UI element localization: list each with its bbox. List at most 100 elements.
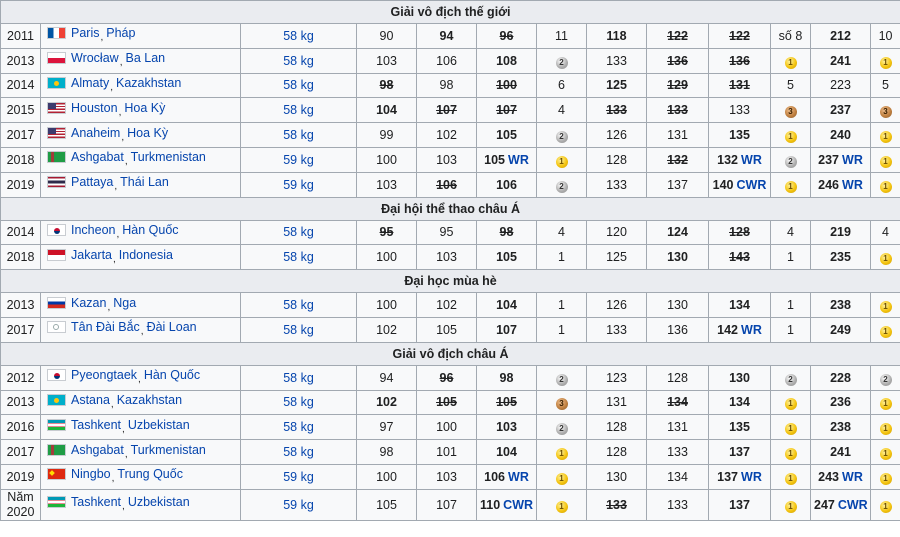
country-link[interactable]: Thái Lan xyxy=(120,175,169,189)
result-value: 122 xyxy=(729,28,750,43)
result-value: 130 xyxy=(667,298,688,313)
country-link[interactable]: Indonesia xyxy=(119,248,173,262)
country-link[interactable]: Kazakhstan xyxy=(117,393,182,407)
result-cell: 6 xyxy=(536,72,587,99)
weight-class-cell[interactable]: 59 kg xyxy=(240,171,357,198)
city-link[interactable]: Ashgabat xyxy=(71,443,124,457)
country-link[interactable]: Nga xyxy=(113,296,136,310)
city-link[interactable]: Ashgabat xyxy=(71,150,124,164)
result-value: 96 xyxy=(439,370,454,385)
country-link[interactable]: Turkmenistan xyxy=(131,150,206,164)
country-link[interactable]: Trung Quốc xyxy=(117,467,183,481)
country-link[interactable]: Uzbekistan xyxy=(128,418,190,432)
medal-icon: 1 xyxy=(784,131,797,144)
weight-class-cell[interactable]: 58 kg xyxy=(240,439,357,465)
city-link[interactable]: Incheon xyxy=(71,223,115,237)
result-value: 235 xyxy=(830,250,851,265)
city-link[interactable]: Wrocław xyxy=(71,51,119,65)
weight-class-cell[interactable]: 58 kg xyxy=(240,122,357,148)
country-link[interactable]: Kazakhstan xyxy=(116,76,181,90)
result-value: 129 xyxy=(667,78,688,93)
weight-class-cell[interactable]: 58 kg xyxy=(240,292,357,318)
record-link[interactable]: WR xyxy=(741,470,762,484)
country-link[interactable]: Đài Loan xyxy=(147,320,197,334)
weight-class-cell[interactable]: 58 kg xyxy=(240,219,357,246)
table-row: 2019 Pattaya, Thái Lan 59 kg 103 106 106 2 133 13… xyxy=(0,171,900,198)
weight-class-cell[interactable]: 58 kg xyxy=(240,97,357,124)
result-cell: 5 xyxy=(869,72,900,99)
country-link[interactable]: Pháp xyxy=(106,26,135,40)
result-cell: 106 xyxy=(416,171,477,198)
city-link[interactable]: Houston xyxy=(71,101,118,115)
section-title: Đại học mùa hè xyxy=(0,269,900,294)
result-cell: 11 xyxy=(536,23,587,49)
record-link[interactable]: WR xyxy=(842,153,863,167)
city-link[interactable]: Kazan xyxy=(71,296,106,310)
weight-class-cell[interactable]: 59 kg xyxy=(240,488,357,521)
year-cell: 2018 xyxy=(0,244,41,271)
medal-icon: 2 xyxy=(555,131,568,144)
city-link[interactable]: Astana xyxy=(71,393,110,407)
result-value: 100 xyxy=(376,250,397,265)
record-link[interactable]: CWR xyxy=(737,178,767,192)
record-link[interactable]: CWR xyxy=(838,498,868,512)
weight-class-cell[interactable]: 58 kg xyxy=(240,72,357,99)
city-link[interactable]: Ningbo xyxy=(71,467,111,481)
weight-class-cell[interactable]: 58 kg xyxy=(240,414,357,441)
location-cell: Houston, Hoa Kỳ xyxy=(40,97,241,124)
weight-class-cell[interactable]: 58 kg xyxy=(240,23,357,49)
city-link[interactable]: Paris xyxy=(71,26,99,40)
city-link[interactable]: Tashkent xyxy=(71,418,121,432)
weight-class-cell[interactable]: 58 kg xyxy=(240,364,357,391)
country-link[interactable]: Hoa Kỳ xyxy=(127,126,168,140)
record-link[interactable]: WR xyxy=(741,323,762,337)
city-link[interactable]: Tân Đài Bắc xyxy=(71,320,140,334)
location-cell: Ashgabat, Turkmenistan xyxy=(40,146,241,173)
weight-class-cell[interactable]: 58 kg xyxy=(240,389,357,416)
city-link[interactable]: Jakarta xyxy=(71,248,112,262)
record-link[interactable]: WR xyxy=(508,470,529,484)
weight-class-cell[interactable]: 59 kg xyxy=(240,146,357,173)
result-cell: 219 xyxy=(810,219,871,246)
weight-class-cell[interactable]: 58 kg xyxy=(240,244,357,271)
medal-icon: 2 xyxy=(879,373,892,386)
country-link[interactable]: Hàn Quốc xyxy=(144,368,200,382)
city-link[interactable]: Tashkent xyxy=(71,495,121,509)
comma-separator: , xyxy=(122,423,125,435)
city-link[interactable]: Pattaya xyxy=(71,175,113,189)
result-cell: 137 xyxy=(708,439,771,465)
flag-icon xyxy=(47,248,66,261)
weight-class-cell[interactable]: 59 kg xyxy=(240,463,357,490)
weight-class-cell[interactable]: 58 kg xyxy=(240,316,357,343)
result-cell: 102 xyxy=(416,292,477,318)
city-link[interactable]: Almaty xyxy=(71,76,109,90)
record-link[interactable]: WR xyxy=(508,153,529,167)
location-cell: Anaheim, Hoa Kỳ xyxy=(40,122,241,148)
record-link[interactable]: WR xyxy=(842,178,863,192)
country-link[interactable]: Turkmenistan xyxy=(131,443,206,457)
record-link[interactable]: CWR xyxy=(503,498,533,512)
result-value: 247 xyxy=(814,497,835,512)
record-link[interactable]: WR xyxy=(741,153,762,167)
country-link[interactable]: Ba Lan xyxy=(125,51,165,65)
result-cell: 94 xyxy=(356,364,417,391)
medal-cell: 1 xyxy=(869,47,900,74)
result-value: 133 xyxy=(606,53,627,68)
city-link[interactable]: Anaheim xyxy=(71,126,120,140)
result-value: 100 xyxy=(496,78,517,93)
result-cell: 94 xyxy=(416,23,477,49)
flag-icon xyxy=(47,176,66,189)
result-cell: 134 xyxy=(708,389,771,416)
table-row: 2014 Incheon, Hàn Quốc 58 kg 95 95 98 4 120 124 12… xyxy=(0,219,900,246)
result-cell: 4 xyxy=(869,219,900,246)
medal-icon: 1 xyxy=(879,131,892,144)
record-link[interactable]: WR xyxy=(842,470,863,484)
country-link[interactable]: Hàn Quốc xyxy=(122,223,178,237)
city-link[interactable]: Pyeongtaek xyxy=(71,368,137,382)
result-cell: 241 xyxy=(810,439,871,465)
medal-cell: 1 xyxy=(869,488,900,521)
weight-class-cell[interactable]: 58 kg xyxy=(240,47,357,74)
country-link[interactable]: Uzbekistan xyxy=(128,495,190,509)
country-link[interactable]: Hoa Kỳ xyxy=(124,101,165,115)
result-value: 133 xyxy=(606,177,627,192)
